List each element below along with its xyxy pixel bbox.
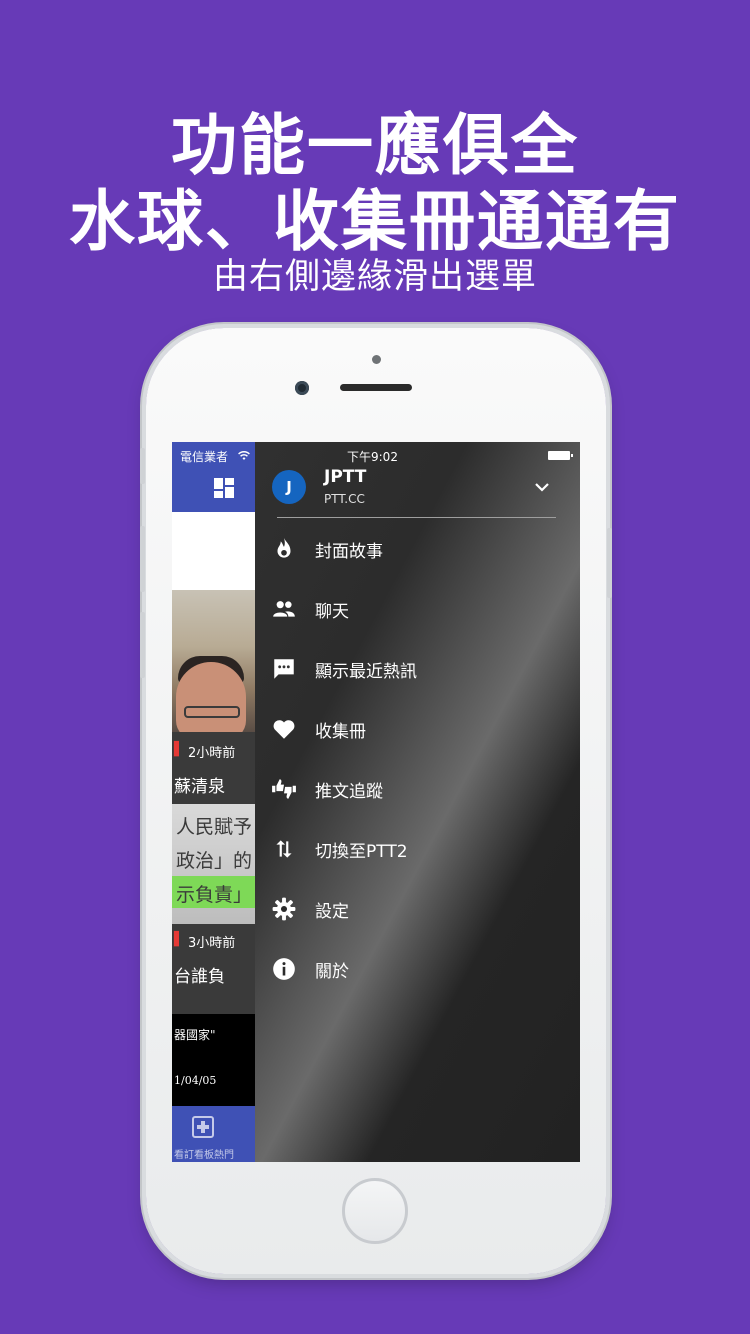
chevron-down-icon[interactable] — [531, 476, 553, 498]
menu-item-push-tracking[interactable]: 推文追蹤 — [255, 763, 580, 813]
news-quote: 器國家" — [174, 1028, 216, 1042]
thumbs-icon — [272, 779, 296, 799]
gear-icon — [272, 897, 296, 921]
account-name: JPTT — [324, 467, 367, 487]
photo-face — [176, 662, 246, 740]
newspaper-image[interactable]: 人民賦予 政治」的 示負責」 — [172, 804, 255, 924]
background-app: 電信業者 ▌ 2小時前 蘇清泉 人民賦予 政治」的 示負責」 ▌ 3小時前 台誰… — [172, 442, 255, 1162]
menu-item-settings[interactable]: 設定 — [255, 883, 580, 933]
menu-item-collection[interactable]: 收集冊 — [255, 703, 580, 753]
app-bar: 電信業者 — [172, 442, 255, 512]
avatar[interactable]: J — [272, 470, 306, 504]
news-time-2: 3小時前 — [188, 936, 236, 951]
news-title-1: 蘇清泉 — [174, 777, 225, 797]
message-icon — [274, 659, 294, 679]
dashboard-icon[interactable] — [214, 478, 234, 498]
wifi-icon — [238, 451, 250, 460]
fire-icon — [277, 538, 291, 558]
news-photo[interactable] — [172, 590, 255, 740]
menu-item-about[interactable]: 關於 — [255, 943, 580, 993]
bottom-tab-label: 看訂看板熱門 — [174, 1150, 234, 1161]
hot-mark-icon: ▌ — [174, 742, 184, 757]
menu-item-chat[interactable]: 聊天 — [255, 583, 580, 633]
menu-label: 聊天 — [315, 602, 349, 622]
power-button — [607, 528, 612, 598]
menu-label: 切換至PTT2 — [315, 842, 408, 862]
proximity-sensor — [372, 355, 381, 364]
front-camera — [295, 381, 309, 395]
home-button — [342, 1178, 408, 1244]
headline-subtitle: 由右側邊緣滑出選單 — [212, 257, 537, 297]
divider — [277, 517, 556, 518]
info-icon — [273, 958, 295, 980]
board-icon — [192, 1116, 214, 1138]
battery-icon — [548, 451, 573, 460]
content-blank — [172, 512, 255, 590]
volume-down-button — [140, 612, 145, 678]
menu-label: 顯示最近熱訊 — [315, 662, 417, 682]
mute-switch — [140, 448, 145, 484]
phone-screen: 電信業者 ▌ 2小時前 蘇清泉 人民賦予 政治」的 示負責」 ▌ 3小時前 台誰… — [172, 442, 580, 1162]
carrier-label: 電信業者 — [180, 450, 229, 464]
status-time: 下午9:02 — [347, 450, 398, 464]
earpiece — [340, 384, 412, 391]
photo-glasses — [184, 706, 240, 718]
people-icon — [273, 601, 295, 617]
menu-item-recent-hot[interactable]: 顯示最近熱訊 — [255, 643, 580, 693]
news-time-1: 2小時前 — [188, 746, 236, 761]
news-date: 1/04/05 — [174, 1074, 217, 1087]
hot-mark-icon-2: ▌ — [174, 932, 184, 947]
menu-label: 關於 — [315, 962, 349, 982]
navigation-drawer: 下午9:02 J JPTT PTT.CC 封面故事 聊天 顯示最近熱訊 收集冊 … — [255, 442, 580, 1162]
menu-item-cover-story[interactable]: 封面故事 — [255, 523, 580, 573]
swap-icon — [276, 840, 292, 858]
news-title-2: 台誰負 — [174, 967, 225, 987]
menu-label: 收集冊 — [315, 722, 366, 742]
menu-label: 設定 — [315, 902, 349, 922]
paper-line-3: 示負責」 — [176, 884, 253, 906]
paper-line-1: 人民賦予 — [176, 816, 253, 838]
menu-label: 推文追蹤 — [315, 782, 383, 802]
paper-line-2: 政治」的 — [176, 850, 253, 872]
volume-up-button — [140, 526, 145, 592]
heart-icon — [273, 720, 295, 739]
menu-item-switch-ptt2[interactable]: 切換至PTT2 — [255, 823, 580, 873]
account-site: PTT.CC — [324, 492, 365, 506]
menu-label: 封面故事 — [315, 542, 383, 562]
